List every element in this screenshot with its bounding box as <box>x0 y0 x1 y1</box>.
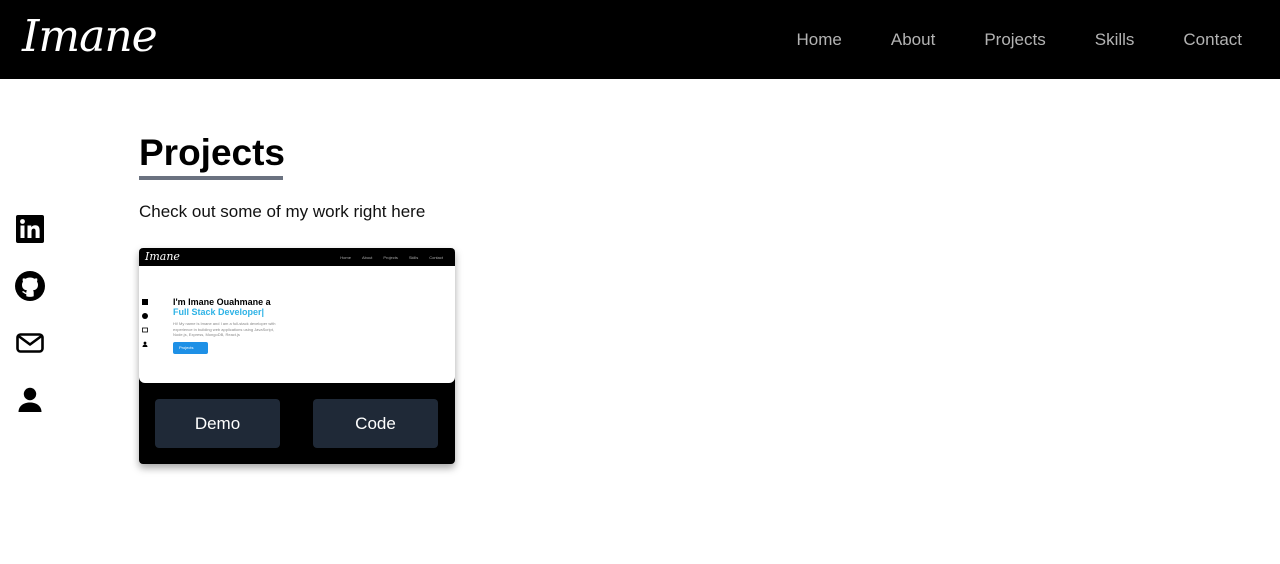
nav-projects-link[interactable]: Projects <box>984 30 1045 50</box>
mail-icon[interactable] <box>14 327 46 359</box>
project-card: Imane Home About Projects Skills Contact… <box>139 248 455 464</box>
nav-home-link[interactable]: Home <box>797 30 842 50</box>
thumbnail-navbar: Imane Home About Projects Skills Contact <box>139 248 455 266</box>
thumbnail-heading: I'm Imane Ouahmane a <box>173 297 271 307</box>
nav-skills-link[interactable]: Skills <box>1095 30 1135 50</box>
thumbnail-hero: I'm Imane Ouahmane a Full Stack Develope… <box>173 297 285 354</box>
thumbnail-role: Full Stack Developer| <box>173 307 265 317</box>
top-navbar: Imane Home About Projects Skills Contact <box>0 0 1280 79</box>
project-thumbnail: Imane Home About Projects Skills Contact… <box>139 248 455 383</box>
page-title: Projects <box>139 132 286 173</box>
thumbnail-social-icons <box>142 299 148 347</box>
thumbnail-nav-item: Home <box>340 254 351 260</box>
thumbnail-nav-item: About <box>361 254 373 260</box>
thumbnail-projects-button: Projects <box>173 341 208 354</box>
github-icon[interactable] <box>14 270 46 302</box>
thumbnail-nav: Home About Projects Skills Contact <box>340 248 443 266</box>
title-underline <box>139 176 283 180</box>
demo-button[interactable]: Demo <box>155 399 280 448</box>
section-heading: Projects <box>139 130 285 180</box>
projects-section: Projects Check out some of my work right… <box>139 130 425 222</box>
section-subtitle: Check out some of my work right here <box>139 202 426 221</box>
main-nav: Home About Projects Skills Contact <box>797 0 1242 79</box>
thumbnail-nav-item: Projects <box>383 254 398 260</box>
nav-contact-link[interactable]: Contact <box>1183 30 1242 50</box>
thumbnail-logo: Imane <box>145 250 180 263</box>
social-sidebar <box>14 213 46 416</box>
github-icon <box>142 313 148 319</box>
person-icon[interactable] <box>14 384 46 416</box>
nav-about-link[interactable]: About <box>891 30 935 50</box>
person-icon <box>142 341 148 347</box>
mail-icon <box>142 327 148 333</box>
thumbnail-nav-item: Skills <box>408 254 419 260</box>
site-logo[interactable]: Imane <box>22 4 158 70</box>
thumbnail-nav-item: Contact <box>429 254 443 260</box>
code-button[interactable]: Code <box>313 399 438 448</box>
linkedin-icon[interactable] <box>14 213 46 245</box>
linkedin-icon <box>142 299 148 305</box>
thumbnail-intro: Hi! My name is Imane and I am a full-sta… <box>173 321 276 337</box>
